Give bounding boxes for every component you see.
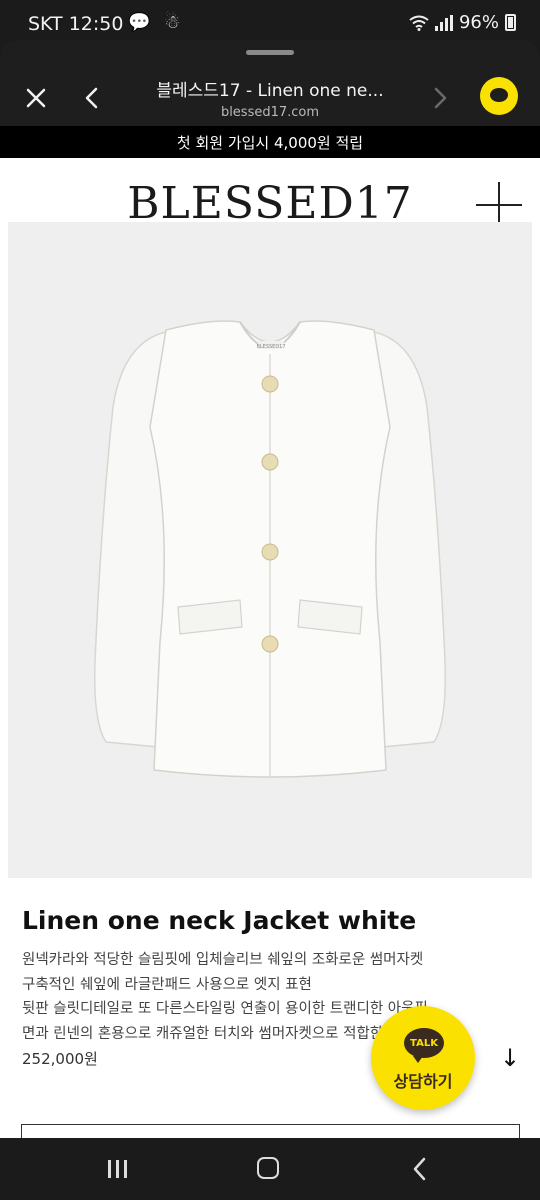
close-icon[interactable] bbox=[18, 80, 54, 116]
back-chevron-icon[interactable] bbox=[76, 80, 108, 116]
description-line: 원넥카라와 적당한 슬림핏에 입체슬리브 쉐잎의 조화로운 썸머자켓 bbox=[22, 952, 424, 968]
recents-icon[interactable] bbox=[106, 1158, 130, 1180]
page-title: 블레스드17 - Linen one ne... bbox=[156, 81, 384, 101]
promo-banner[interactable]: 첫 회원 가입시 4,000원 적립 bbox=[0, 126, 540, 158]
scroll-down-arrow-icon[interactable]: ↓ bbox=[500, 1044, 520, 1072]
product-price: 252,000원 bbox=[22, 1050, 98, 1068]
kakaotalk-share-icon[interactable] bbox=[480, 77, 518, 115]
battery-text: 96% bbox=[458, 12, 499, 33]
signal-icon bbox=[434, 14, 453, 31]
notification-icons: 💬 ☃ bbox=[128, 12, 184, 33]
nav-back-icon[interactable] bbox=[408, 1156, 432, 1182]
in-app-browser-header: 블레스드17 - Linen one ne... blessed17.com bbox=[0, 40, 540, 126]
product-name: Linen one neck Jacket white bbox=[22, 906, 417, 935]
jacket-illustration: BLESSED17 bbox=[94, 320, 446, 778]
option-select-box[interactable] bbox=[21, 1124, 520, 1138]
product-image[interactable]: BLESSED17 bbox=[8, 222, 532, 878]
web-content: BLESSED17 BLESSED17 Linen one neck Jacke… bbox=[0, 158, 540, 1138]
jacket-label-tag: BLESSED17 bbox=[256, 344, 285, 350]
status-time: SKT 12:50 bbox=[28, 13, 124, 35]
kakao-consult-button[interactable]: TALK 상담하기 bbox=[371, 1006, 475, 1110]
chat-bubble-icon: 💬 bbox=[128, 12, 155, 33]
page-url: blessed17.com bbox=[220, 105, 320, 120]
wifi-icon bbox=[409, 15, 429, 31]
app-notification-icon: ☃ bbox=[164, 12, 185, 33]
battery-icon bbox=[505, 14, 516, 31]
status-right: 96% bbox=[409, 12, 516, 33]
forward-chevron-icon[interactable] bbox=[424, 80, 456, 116]
description-line: 구축적인 쉐잎에 라글란패드 사용으로 엣지 표현 bbox=[22, 976, 312, 993]
home-icon[interactable] bbox=[257, 1157, 279, 1179]
talk-bubble-icon: TALK bbox=[404, 1028, 444, 1063]
address-area[interactable]: 블레스드17 - Linen one ne... blessed17.com bbox=[130, 76, 410, 120]
kakao-consult-label: 상담하기 bbox=[393, 1072, 453, 1091]
system-nav-bar bbox=[0, 1138, 540, 1200]
sheet-drag-handle[interactable] bbox=[246, 50, 294, 55]
